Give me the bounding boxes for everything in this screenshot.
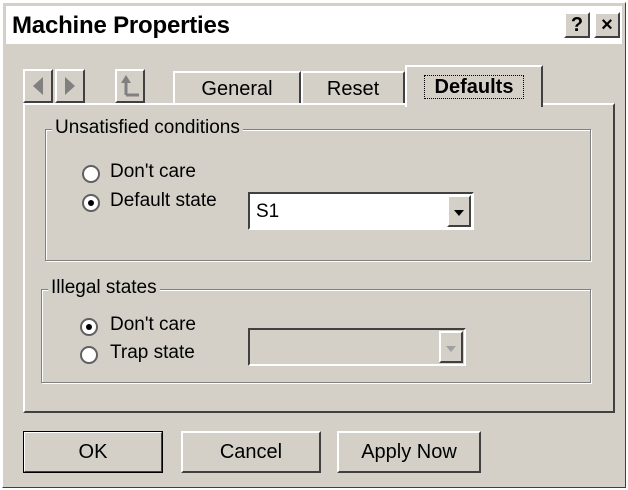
tab-general[interactable]: General [173,71,301,105]
defaults-panel: Unsatisfied conditions Don't care Defaul… [23,103,615,413]
default-state-label: Default state [110,190,217,211]
illegal-dont-care-radio[interactable] [80,318,98,336]
illegal-states-legend: Illegal states [48,277,160,299]
trap-state-radio[interactable] [80,346,98,364]
unsatisfied-conditions-legend: Unsatisfied conditions [52,117,243,139]
chevron-down-icon [446,346,456,352]
unsatisfied-dont-care-label: Don't care [110,161,197,182]
illegal-dont-care-label: Don't care [110,314,197,335]
default-state-value: S1 [256,201,280,222]
close-button[interactable]: × [594,12,620,38]
machine-properties-dialog: Machine Properties ? × General Reset Def… [2,2,626,488]
chevron-down-icon [454,210,464,216]
default-state-radio[interactable] [82,194,100,212]
title-bar: Machine Properties ? × [6,6,622,44]
trap-state-select[interactable] [248,328,466,366]
apply-now-button[interactable]: Apply Now [337,431,481,473]
ok-button[interactable]: OK [23,431,163,473]
tab-defaults[interactable]: Defaults [405,65,543,107]
right-arrow-icon [65,77,75,95]
cancel-button[interactable]: Cancel [181,431,321,473]
back-button[interactable] [23,69,53,103]
trap-state-label: Trap state [110,342,195,363]
tab-defaults-label: Defaults [423,75,525,99]
unsatisfied-dont-care-radio[interactable] [82,165,100,183]
unsatisfied-conditions-group: Unsatisfied conditions Don't care Defaul… [45,117,591,261]
up-level-button[interactable] [115,69,145,103]
illegal-states-group: Illegal states Don't care Trap state [41,277,591,383]
left-arrow-icon [33,77,43,95]
up-level-icon [121,75,139,97]
default-state-dropdown-button[interactable] [447,195,471,227]
window-title: Machine Properties [12,12,230,39]
help-button[interactable]: ? [564,12,590,38]
tab-reset[interactable]: Reset [301,71,405,105]
forward-button[interactable] [55,69,85,103]
default-state-select[interactable]: S1 [248,192,474,230]
trap-state-dropdown-button[interactable] [439,331,463,363]
